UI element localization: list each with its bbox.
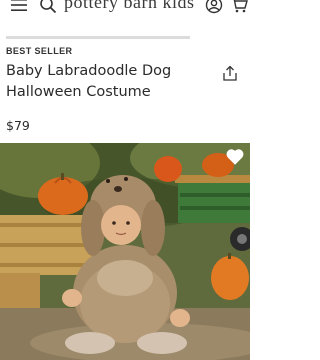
heart-icon[interactable] bbox=[225, 147, 245, 167]
account-icon[interactable] bbox=[205, 0, 223, 14]
product-title: Baby Labradoodle Dog Halloween Costume bbox=[6, 63, 172, 100]
product-image[interactable] bbox=[0, 143, 250, 360]
best-seller-badge: BEST SELLER bbox=[6, 46, 73, 56]
brand-logo[interactable]: pottery barn kids bbox=[64, 0, 204, 13]
share-icon[interactable] bbox=[222, 65, 238, 81]
section-divider bbox=[6, 36, 190, 39]
product-price: $79 bbox=[6, 118, 30, 133]
cart-icon[interactable] bbox=[230, 0, 248, 14]
site-header: pottery barn kids bbox=[0, 0, 250, 26]
menu-icon[interactable] bbox=[10, 0, 28, 14]
search-icon[interactable] bbox=[39, 0, 57, 14]
